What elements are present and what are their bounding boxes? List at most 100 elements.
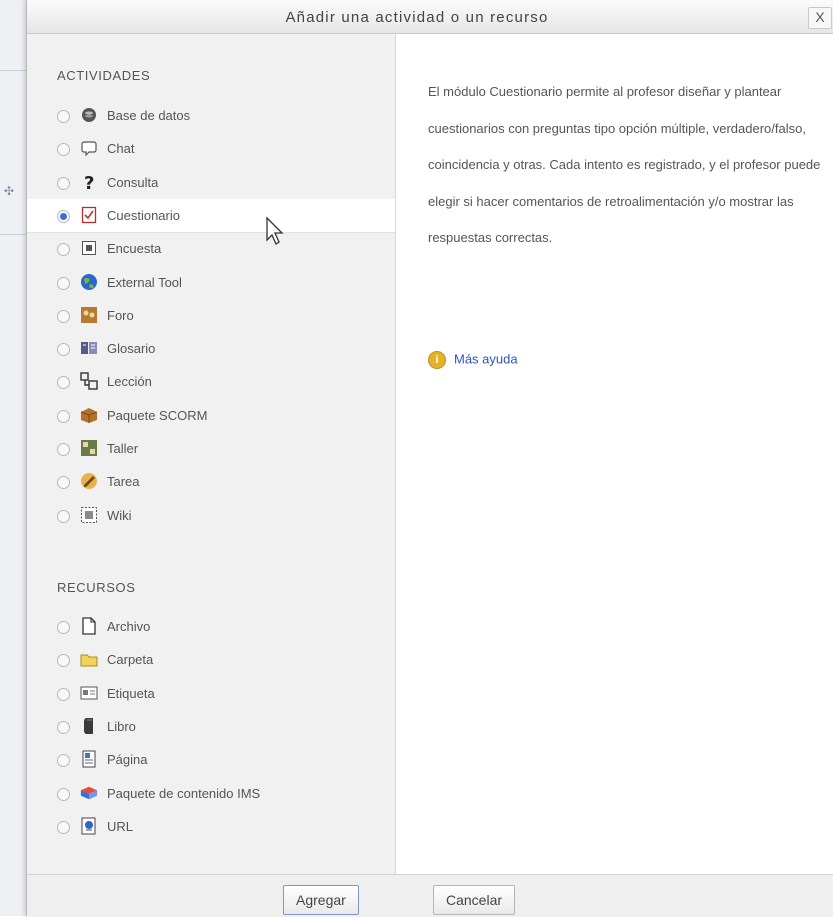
cancel-button[interactable]: Cancelar [433,885,516,915]
option-chat[interactable]: Chat [27,132,395,165]
option-label: Carpeta [107,652,154,668]
add-button[interactable]: Agregar [283,885,359,915]
page-icon [80,750,98,768]
option-label: Glosario [107,341,156,357]
globe-icon [80,273,98,291]
option-consulta[interactable]: ? Consulta [27,166,395,199]
radio-button[interactable] [57,376,70,390]
glossary-icon [80,339,98,357]
database-icon [80,106,98,124]
chat-icon [80,139,98,157]
info-icon: i [428,351,446,369]
option-paquete-scorm[interactable]: Paquete SCORM [27,399,395,432]
radio-button[interactable] [57,654,70,668]
option-glosario[interactable]: Glosario [27,332,395,365]
option-archivo[interactable]: Archivo [27,610,395,643]
survey-icon [80,239,98,257]
option-label: Libro [107,718,136,734]
option-etiqueta[interactable]: Etiqueta [27,677,395,710]
background-page: ✣ [0,0,26,916]
option-pagina[interactable]: Página [27,743,395,776]
url-icon [80,817,98,835]
option-taller[interactable]: Taller [27,432,395,465]
radio-button[interactable] [57,176,70,190]
folder-icon [80,650,98,668]
resources-heading: RECURSOS [57,580,136,595]
radio-button[interactable] [57,143,70,157]
option-label: Consulta [107,174,159,190]
option-wiki[interactable]: Wiki [27,499,395,532]
option-label: Wiki [107,507,132,523]
more-help-label: Más ayuda [454,351,518,367]
svg-text:?: ? [84,173,94,191]
dialog-titlebar: Añadir una actividad o un recurso X [27,0,833,34]
book-icon [80,717,98,735]
radio-button[interactable] [57,687,70,701]
radio-button[interactable] [57,110,70,123]
option-label: Chat [107,141,135,157]
option-foro[interactable]: Foro [27,299,395,332]
radio-button[interactable] [57,443,70,456]
more-help-link[interactable]: i Más ayuda [428,351,518,371]
radio-button[interactable] [57,720,70,734]
radio-button[interactable] [57,621,70,634]
option-paquete-de-contenido-ims[interactable]: Paquete de contenido IMS [27,777,395,810]
file-icon [80,617,98,635]
radio-button[interactable] [57,754,70,768]
option-cuestionario[interactable]: Cuestionario [27,198,395,232]
radio-button[interactable] [57,209,70,223]
move-icon: ✣ [4,184,15,198]
mouse-cursor-icon [266,216,284,245]
question-mark-icon: ? [80,173,98,191]
option-label: Foro [107,307,134,323]
option-label: Encuesta [107,241,162,257]
label-icon [80,684,98,702]
option-label: Archivo [107,619,151,634]
radio-button[interactable] [57,509,70,523]
option-url[interactable]: URL [27,810,395,843]
option-label: Cuestionario [107,207,180,223]
activities-heading: ACTIVIDADES [57,68,151,83]
option-label: Taller [107,441,139,456]
description-pane: El módulo Cuestionario permite al profes… [395,34,833,874]
option-leccion[interactable]: Lección [27,365,395,398]
radio-button[interactable] [57,243,70,257]
add-activity-dialog: Añadir una actividad o un recurso X ACTI… [26,0,833,917]
radio-button[interactable] [57,409,70,423]
option-libro[interactable]: Libro [27,710,395,743]
option-label: Tarea [107,474,140,490]
module-description: El módulo Cuestionario permite al profes… [428,84,821,245]
radio-button[interactable] [57,309,70,323]
ims-package-icon [80,784,98,802]
option-external-tool[interactable]: External Tool [27,266,395,299]
radio-button[interactable] [57,343,70,357]
wiki-icon [80,506,98,524]
radio-button[interactable] [57,787,70,801]
option-encuesta[interactable]: Encuesta [27,232,395,265]
option-carpeta[interactable]: Carpeta [27,643,395,676]
radio-button[interactable] [57,820,70,834]
radio-button[interactable] [57,276,70,290]
background-divider [0,70,26,71]
forum-icon [80,306,98,324]
radio-button[interactable] [57,476,70,490]
option-label: Paquete de contenido IMS [107,785,261,801]
dialog-title: Añadir una actividad o un recurso [285,9,549,26]
dialog-footer: Agregar Cancelar [27,874,833,917]
option-label: Base de datos [107,108,191,123]
option-label: Lección [107,374,152,390]
option-tarea[interactable]: Tarea [27,465,395,498]
package-icon [80,406,98,424]
option-base-de-datos[interactable]: Base de datos [27,99,395,132]
option-label: URL [107,818,134,834]
option-label: Página [107,752,148,768]
option-label: Paquete SCORM [107,407,208,423]
assignment-icon [80,472,98,490]
option-label: External Tool [107,274,182,290]
lesson-icon [80,372,98,391]
quiz-icon [80,206,98,224]
option-label: Etiqueta [107,685,155,701]
close-button[interactable]: X [808,7,832,29]
options-list: ACTIVIDADES RECURSOS Base de datos Chat? C… [27,34,395,874]
background-divider [0,234,26,235]
